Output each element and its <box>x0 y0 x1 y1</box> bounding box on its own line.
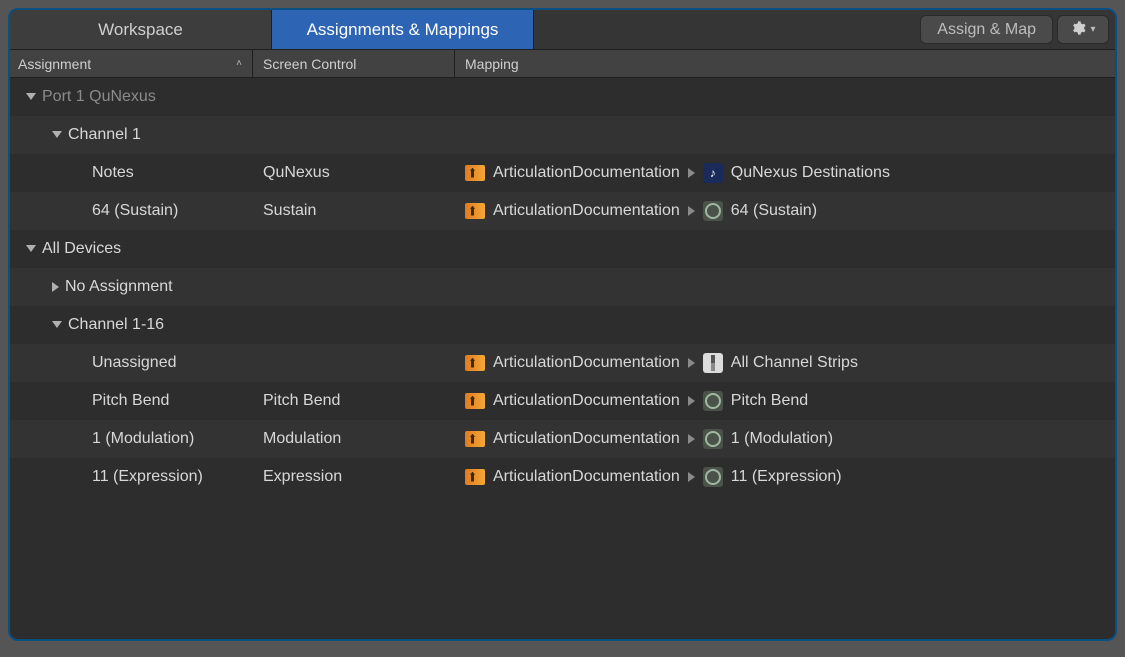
table-row[interactable]: Pitch Bend Pitch Bend ArticulationDocument… <box>10 382 1115 420</box>
screen-control-label: Modulation <box>263 430 341 448</box>
concert-folder-icon <box>465 431 485 447</box>
mapping-chain-arrow-icon <box>688 472 695 482</box>
column-header-assignment-label: Assignment <box>18 56 91 72</box>
column-header-screen-control[interactable]: Screen Control <box>253 50 455 77</box>
mapping-chain-arrow-icon <box>688 206 695 216</box>
sort-ascending-icon: ˄ <box>236 58 242 69</box>
tab-bar-spacer <box>534 10 920 49</box>
column-header-assignment[interactable]: Assignment ˄ <box>10 50 253 77</box>
table-row[interactable]: Channel 1 <box>10 116 1115 154</box>
assign-and-map-label: Assign & Map <box>937 21 1036 39</box>
mapping-destination-label: 64 (Sustain) <box>731 202 817 220</box>
channel-strip-icon <box>703 353 723 373</box>
screen-control-label: Sustain <box>263 202 316 220</box>
assignment-label: No Assignment <box>65 278 173 296</box>
knob-icon <box>703 391 723 411</box>
column-header-mapping-label: Mapping <box>465 56 519 72</box>
concert-folder-icon <box>465 355 485 371</box>
mapping-chain-arrow-icon <box>688 358 695 368</box>
assignment-label: Notes <box>92 164 134 182</box>
table-row[interactable]: No Assignment <box>10 268 1115 306</box>
assignment-label: All Devices <box>42 240 121 258</box>
table-row[interactable]: Unassigned ArticulationDocumentation All C… <box>10 344 1115 382</box>
mapping-destination-label: All Channel Strips <box>731 354 858 372</box>
mapping-destination-label: 1 (Modulation) <box>731 430 833 448</box>
assignment-label: 1 (Modulation) <box>92 430 194 448</box>
mapping-destination-label: 11 (Expression) <box>731 468 842 486</box>
chevron-down-icon: ▾ <box>1090 24 1095 35</box>
tab-assignments-label: Assignments & Mappings <box>307 20 499 40</box>
mapping-chain-arrow-icon <box>688 168 695 178</box>
table-row[interactable]: Channel 1-16 <box>10 306 1115 344</box>
table-row[interactable]: 11 (Expression) Expression ArticulationDoc… <box>10 458 1115 496</box>
assignments-window: Workspace Assignments & Mappings Assign … <box>8 8 1117 641</box>
mapping-destination-label: QuNexus Destinations <box>731 164 890 182</box>
table-row[interactable]: Port 1 QuNexus <box>10 78 1115 116</box>
table-row[interactable]: 1 (Modulation) Modulation ArticulationDocu… <box>10 420 1115 458</box>
mapping-folder-label: ArticulationDocumentation <box>493 354 680 372</box>
gear-icon <box>1070 20 1086 40</box>
mapping-folder-label: ArticulationDocumentation <box>493 468 680 486</box>
tab-bar: Workspace Assignments & Mappings Assign … <box>10 10 1115 50</box>
concert-folder-icon <box>465 165 485 181</box>
mapping-folder-label: ArticulationDocumentation <box>493 392 680 410</box>
assignment-label: Pitch Bend <box>92 392 169 410</box>
assignment-label: Channel 1-16 <box>68 316 164 334</box>
disclosure-open-icon[interactable] <box>26 245 36 252</box>
column-header-mapping[interactable]: Mapping <box>455 50 1115 77</box>
assignment-label: Unassigned <box>92 354 177 372</box>
assignment-label: Port 1 QuNexus <box>42 88 156 106</box>
assignments-table-body: Port 1 QuNexus Channel 1 Notes QuNexus Artic… <box>10 78 1115 639</box>
mapping-destination-label: Pitch Bend <box>731 392 808 410</box>
assign-and-map-button[interactable]: Assign & Map <box>920 15 1053 44</box>
disclosure-open-icon[interactable] <box>52 131 62 138</box>
concert-folder-icon <box>465 469 485 485</box>
knob-icon <box>703 429 723 449</box>
concert-folder-icon <box>465 203 485 219</box>
screen-control-label: Pitch Bend <box>263 392 340 410</box>
screen-control-label: QuNexus <box>263 164 330 182</box>
mapping-folder-label: ArticulationDocumentation <box>493 164 680 182</box>
tab-workspace-label: Workspace <box>98 20 183 40</box>
disclosure-open-icon[interactable] <box>26 93 36 100</box>
screen-control-label: Expression <box>263 468 342 486</box>
disclosure-open-icon[interactable] <box>52 321 62 328</box>
mapping-chain-arrow-icon <box>688 434 695 444</box>
table-row[interactable]: 64 (Sustain) Sustain ArticulationDocumenta… <box>10 192 1115 230</box>
disclosure-closed-icon[interactable] <box>52 282 59 292</box>
table-row[interactable]: All Devices <box>10 230 1115 268</box>
settings-menu-button[interactable]: ▾ <box>1057 15 1109 44</box>
mapping-folder-label: ArticulationDocumentation <box>493 202 680 220</box>
tab-workspace[interactable]: Workspace <box>10 10 272 49</box>
mapping-chain-arrow-icon <box>688 396 695 406</box>
assignment-label: 11 (Expression) <box>92 468 203 486</box>
assignment-label: 64 (Sustain) <box>92 202 178 220</box>
column-header-row: Assignment ˄ Screen Control Mapping <box>10 50 1115 78</box>
concert-folder-icon <box>465 393 485 409</box>
instrument-icon <box>703 163 723 183</box>
mapping-folder-label: ArticulationDocumentation <box>493 430 680 448</box>
tab-assignments[interactable]: Assignments & Mappings <box>272 10 534 49</box>
assignment-label: Channel 1 <box>68 126 141 144</box>
table-row[interactable]: Notes QuNexus ArticulationDocumentation QuN… <box>10 154 1115 192</box>
knob-icon <box>703 467 723 487</box>
column-header-screen-control-label: Screen Control <box>263 56 356 72</box>
knob-icon <box>703 201 723 221</box>
